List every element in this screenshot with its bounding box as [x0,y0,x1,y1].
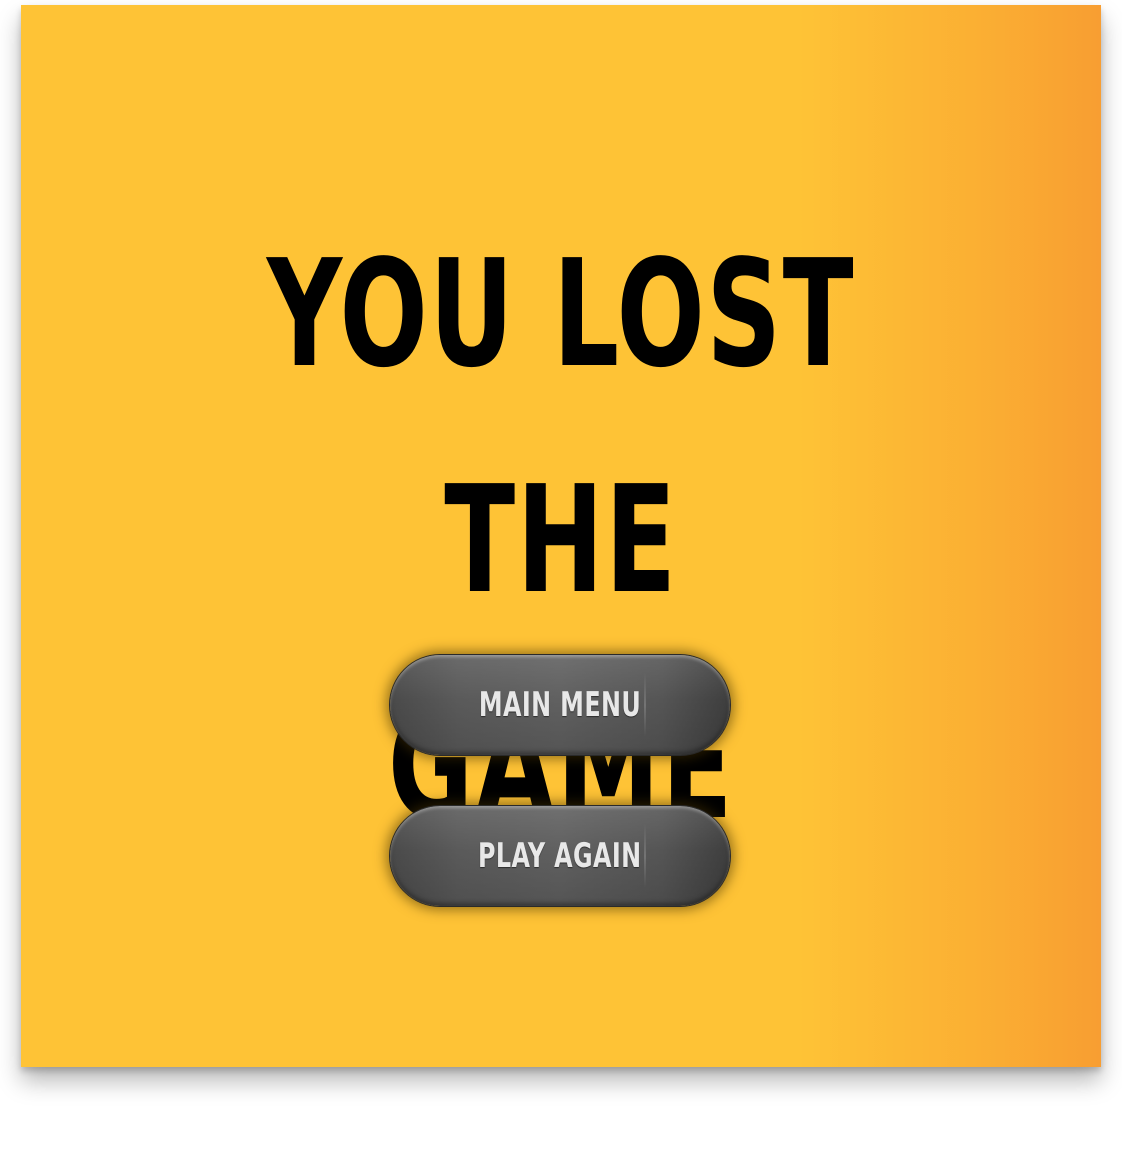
game-over-panel: YOU LOST THE GAME MAIN MENU PLAY AGAIN [21,5,1101,1067]
title-line-1: YOU LOST THE [266,228,856,626]
button-sheen [644,673,646,737]
play-again-button-label: PLAY AGAIN [478,836,642,876]
main-menu-button[interactable]: MAIN MENU [390,655,730,755]
game-over-title: YOU LOST THE GAME [140,201,982,879]
main-menu-button-label: MAIN MENU [478,685,642,725]
play-again-button[interactable]: PLAY AGAIN [390,806,730,906]
button-sheen [644,824,646,888]
